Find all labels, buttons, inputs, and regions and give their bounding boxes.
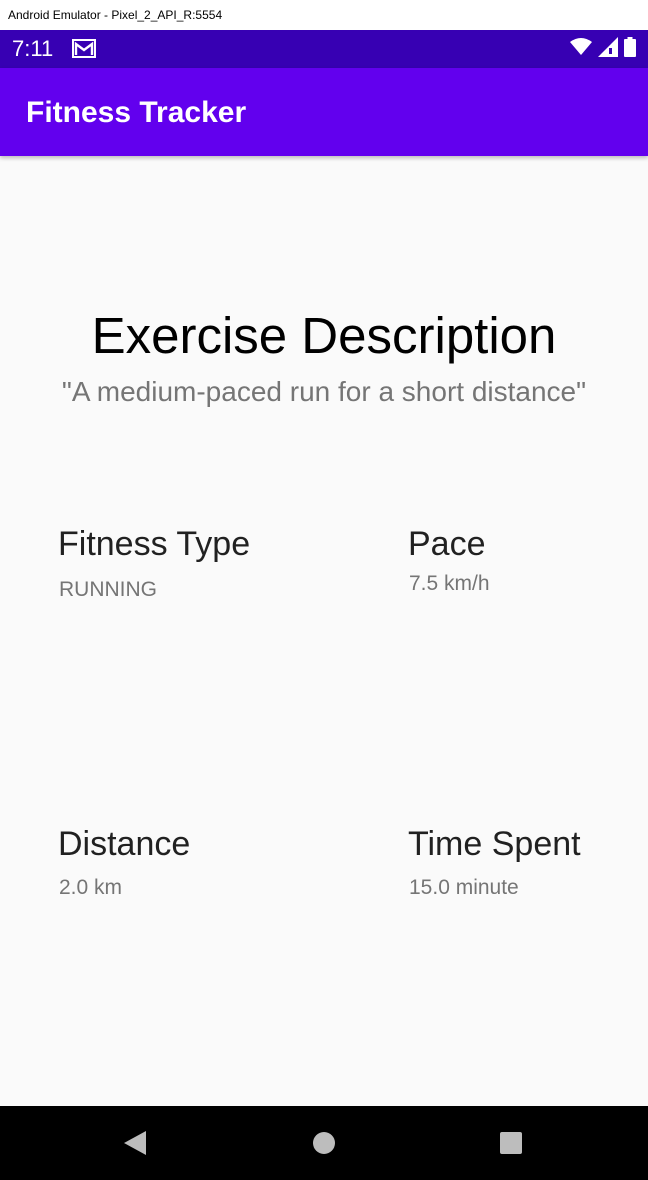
status-bar: 7:11 [0, 30, 648, 68]
exercise-detail: Exercise Description "A medium-paced run… [0, 156, 648, 1106]
home-icon [313, 1132, 335, 1154]
time-spent-label: Time Spent [408, 825, 581, 863]
status-time: 7:11 [12, 36, 54, 61]
system-navigation-bar [0, 1106, 648, 1180]
pace-label: Pace [408, 525, 486, 563]
pace-value: 7.5 km/h [409, 572, 490, 595]
status-icons [570, 36, 636, 62]
home-button[interactable] [287, 1106, 361, 1180]
back-icon [124, 1131, 146, 1155]
distance-value: 2.0 km [59, 876, 123, 899]
mail-icon [72, 39, 96, 58]
fitness-type-value: RUNNING [59, 578, 157, 601]
battery-icon [624, 36, 636, 62]
wifi-icon [570, 37, 592, 61]
fitness-type-label: Fitness Type [58, 525, 251, 563]
signal-icon [598, 36, 618, 62]
app-title: Fitness Tracker [26, 96, 247, 129]
recents-button[interactable] [474, 1106, 548, 1180]
recents-icon [500, 1132, 522, 1154]
back-button[interactable] [98, 1106, 172, 1180]
distance-label: Distance [58, 825, 191, 863]
exercise-heading: Exercise Description [91, 307, 557, 364]
time-spent-value: 15.0 minute [409, 876, 519, 899]
exercise-description: "A medium-paced run for a short distance… [61, 376, 587, 407]
emulator-window-title: Android Emulator - Pixel_2_API_R:5554 [0, 0, 648, 30]
app-bar: Fitness Tracker [0, 68, 648, 156]
